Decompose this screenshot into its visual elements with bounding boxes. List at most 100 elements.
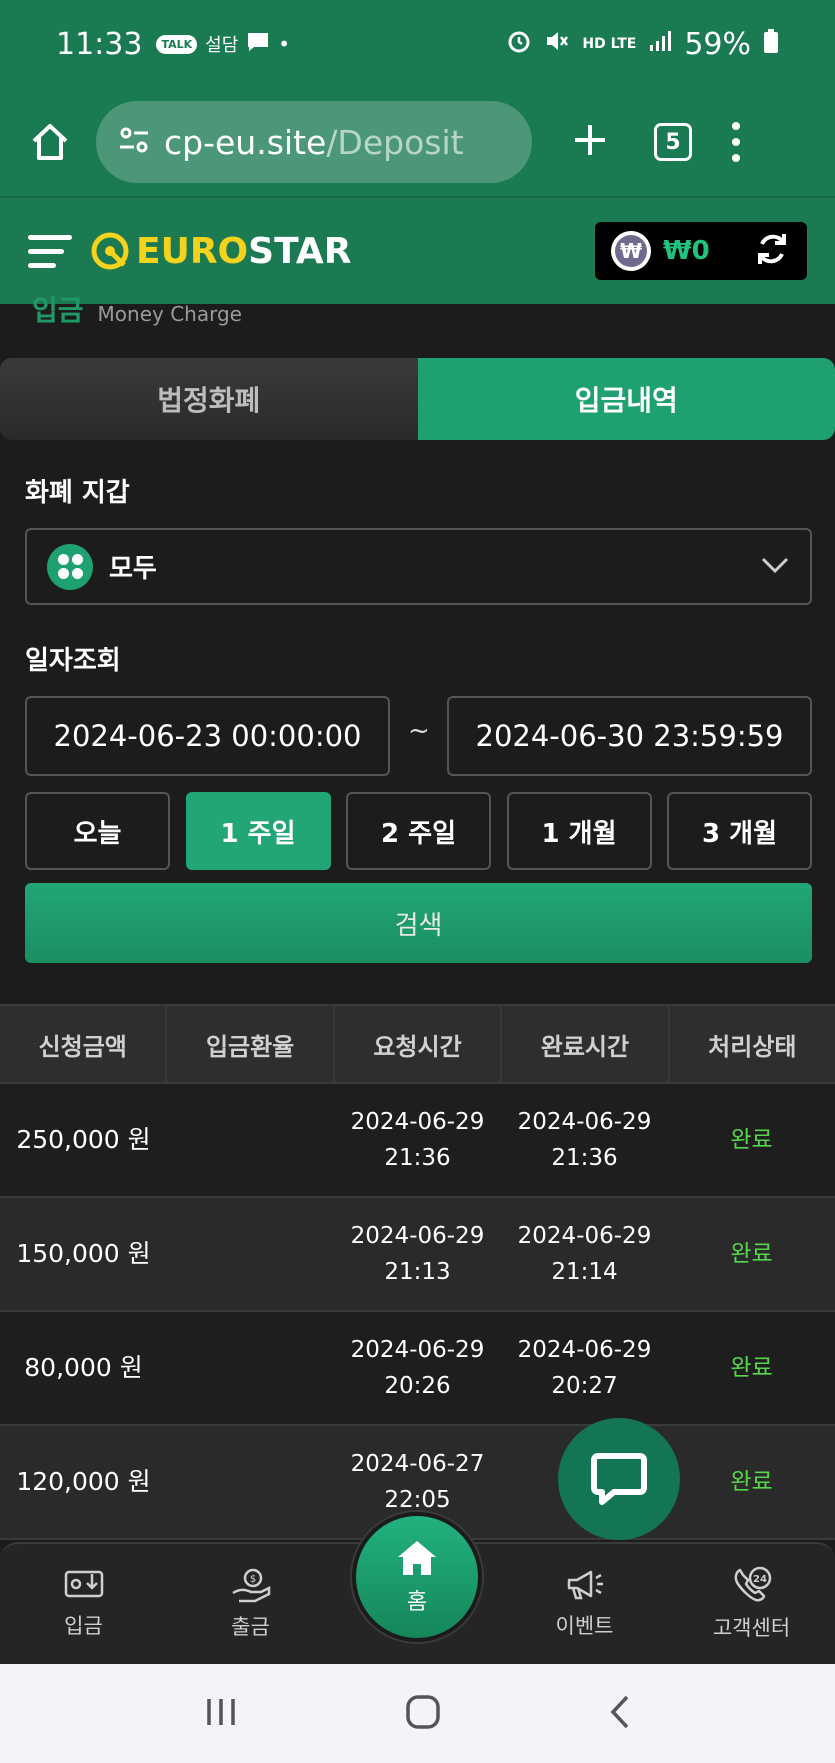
wallet-amount: ₩0 (663, 236, 710, 266)
status-bar: 11:33 TALK 설담 • HD LTE 59% (0, 0, 835, 88)
nav-withdraw-label: 출금 (231, 1615, 270, 1639)
signal-icon (648, 29, 672, 59)
nav-support-label: 고객센터 (712, 1616, 791, 1640)
android-navigation-bar (0, 1664, 835, 1763)
nav-deposit-label: 입금 (64, 1614, 103, 1638)
android-home-icon[interactable] (405, 1694, 441, 1734)
live-chat-button[interactable] (558, 1418, 680, 1540)
back-icon[interactable] (608, 1694, 632, 1734)
cell-complete-time: 2024-06-29 21:14 (517, 1223, 652, 1285)
table-header: 신청금액 입금환율 요청시간 완료시간 처리상태 (0, 1004, 835, 1084)
period-2-week-button[interactable]: 2 주일 (346, 792, 491, 870)
menu-icon[interactable] (28, 234, 72, 268)
support-24-icon: 24 (734, 1566, 771, 1602)
dot-icon: • (278, 32, 291, 56)
battery-icon (763, 28, 779, 60)
withdraw-icon: $ (231, 1568, 270, 1603)
nav-event-label: 이벤트 (555, 1614, 614, 1638)
alarm-icon (506, 28, 532, 60)
wallet-filter-label: 화폐 지갑 (25, 478, 130, 508)
period-1-week-button[interactable]: 1 주일 (185, 792, 331, 870)
nav-home-label: 홈 (406, 1590, 428, 1615)
deposit-history-table: 신청금액 입금환율 요청시간 완료시간 처리상태 250,000 원 2024-… (0, 1004, 835, 1540)
won-coin-icon: ₩ (611, 231, 651, 271)
logo-text-euro: EURO (136, 230, 249, 272)
svg-text:$: $ (249, 1574, 255, 1585)
period-today-button[interactable]: 오늘 (25, 792, 170, 870)
more-menu-button[interactable] (732, 122, 740, 162)
page-title-en: Money Charge (97, 302, 242, 326)
cell-amount: 80,000 원 (24, 1353, 143, 1382)
browser-home-button[interactable] (22, 114, 78, 170)
mute-icon (544, 28, 570, 60)
all-wallets-icon (47, 543, 93, 590)
plus-icon (575, 125, 605, 155)
cell-rate (167, 1426, 334, 1538)
cell-request-time: 2024-06-29 21:13 (350, 1223, 485, 1285)
cell-complete-time: 2024-06-29 20:27 (517, 1337, 652, 1399)
logo-mark-icon (91, 232, 129, 270)
svg-text:24: 24 (753, 1574, 767, 1585)
refresh-icon[interactable] (753, 230, 791, 272)
address-bar[interactable]: cp-eu.site/Deposit (96, 101, 532, 183)
wallet-select[interactable]: 모두 (25, 528, 812, 605)
tab-switcher-button[interactable]: 5 (654, 123, 692, 161)
tab-fiat[interactable]: 법정화폐 (0, 358, 418, 440)
notification-icons: TALK 설담 • (156, 31, 290, 58)
period-buttons: 오늘 1 주일 2 주일 1 개월 3 개월 (25, 792, 812, 870)
nav-home-button[interactable]: 홈 (352, 1512, 482, 1642)
column-header-request-time: 요청시간 (335, 1006, 503, 1082)
cell-amount: 150,000 원 (16, 1239, 151, 1268)
column-header-rate: 입금환율 (167, 1006, 335, 1082)
message-icon (246, 31, 270, 58)
system-icons: HD LTE 59% (506, 27, 779, 62)
column-header-status: 처리상태 (708, 1032, 797, 1061)
table-row: 150,000 원 2024-06-29 21:13 2024-06-29 21:1… (0, 1198, 835, 1312)
browser-toolbar: cp-eu.site/Deposit 5 (0, 88, 835, 196)
cell-request-time: 2024-06-29 20:26 (350, 1337, 485, 1399)
recent-apps-icon[interactable] (204, 1696, 238, 1732)
site-logo[interactable]: EURO STAR (88, 229, 351, 273)
cell-rate (167, 1084, 334, 1196)
date-from-input[interactable]: 2024-06-23 00:00:00 (25, 696, 390, 776)
cell-rate (167, 1198, 334, 1310)
search-button[interactable]: 검색 (25, 883, 812, 963)
battery-percent: 59% (684, 26, 751, 62)
period-3-month-button[interactable]: 3 개월 (667, 792, 812, 870)
cell-status: 완료 (730, 1241, 773, 1267)
new-tab-button[interactable] (562, 118, 618, 166)
cell-amount: 250,000 원 (16, 1125, 151, 1154)
url-host: cp-eu.site (164, 122, 327, 162)
kakaotalk-icon: TALK (156, 34, 198, 54)
nav-event[interactable]: 이벤트 (501, 1544, 668, 1664)
deposit-icon (64, 1570, 103, 1598)
page-title-ko: 입금 (32, 296, 84, 326)
url-path: /Deposit (326, 122, 464, 162)
home-icon (32, 124, 68, 160)
wallet-balance[interactable]: ₩ ₩0 (595, 222, 807, 280)
megaphone-icon (567, 1570, 603, 1600)
nav-support[interactable]: 24 고객센터 (668, 1544, 835, 1664)
cell-amount: 120,000 원 (16, 1467, 151, 1496)
period-1-month-button[interactable]: 1 개월 (506, 792, 652, 870)
chat-icon (591, 1453, 647, 1505)
column-header-amount: 신청금액 (0, 1006, 168, 1082)
notification-text: 설담 (205, 35, 239, 56)
column-header-complete-time: 완료시간 (502, 1006, 670, 1082)
date-filter-label: 일자조회 (25, 646, 121, 676)
table-row: 250,000 원 2024-06-29 21:36 2024-06-29 21:3… (0, 1084, 835, 1198)
cell-rate (167, 1312, 334, 1424)
chevron-down-icon (760, 555, 790, 579)
nav-withdraw[interactable]: $ 출금 (167, 1544, 334, 1664)
date-to-input[interactable]: 2024-06-30 23:59:59 (447, 696, 812, 776)
nav-deposit[interactable]: 입금 (0, 1544, 167, 1664)
cell-status: 완료 (730, 1127, 773, 1153)
network-label: HD LTE (582, 36, 637, 52)
wallet-select-value: 모두 (109, 554, 157, 584)
tab-deposit-history[interactable]: 입금내역 (417, 358, 835, 440)
table-row: 80,000 원 2024-06-29 20:26 2024-06-29 20:27… (0, 1312, 835, 1426)
site-settings-icon[interactable] (118, 123, 150, 162)
logo-text-star: STAR (248, 230, 352, 272)
deposit-tabs: 법정화폐 입금내역 (0, 358, 835, 440)
page-title: 입금 Money Charge (32, 296, 242, 326)
